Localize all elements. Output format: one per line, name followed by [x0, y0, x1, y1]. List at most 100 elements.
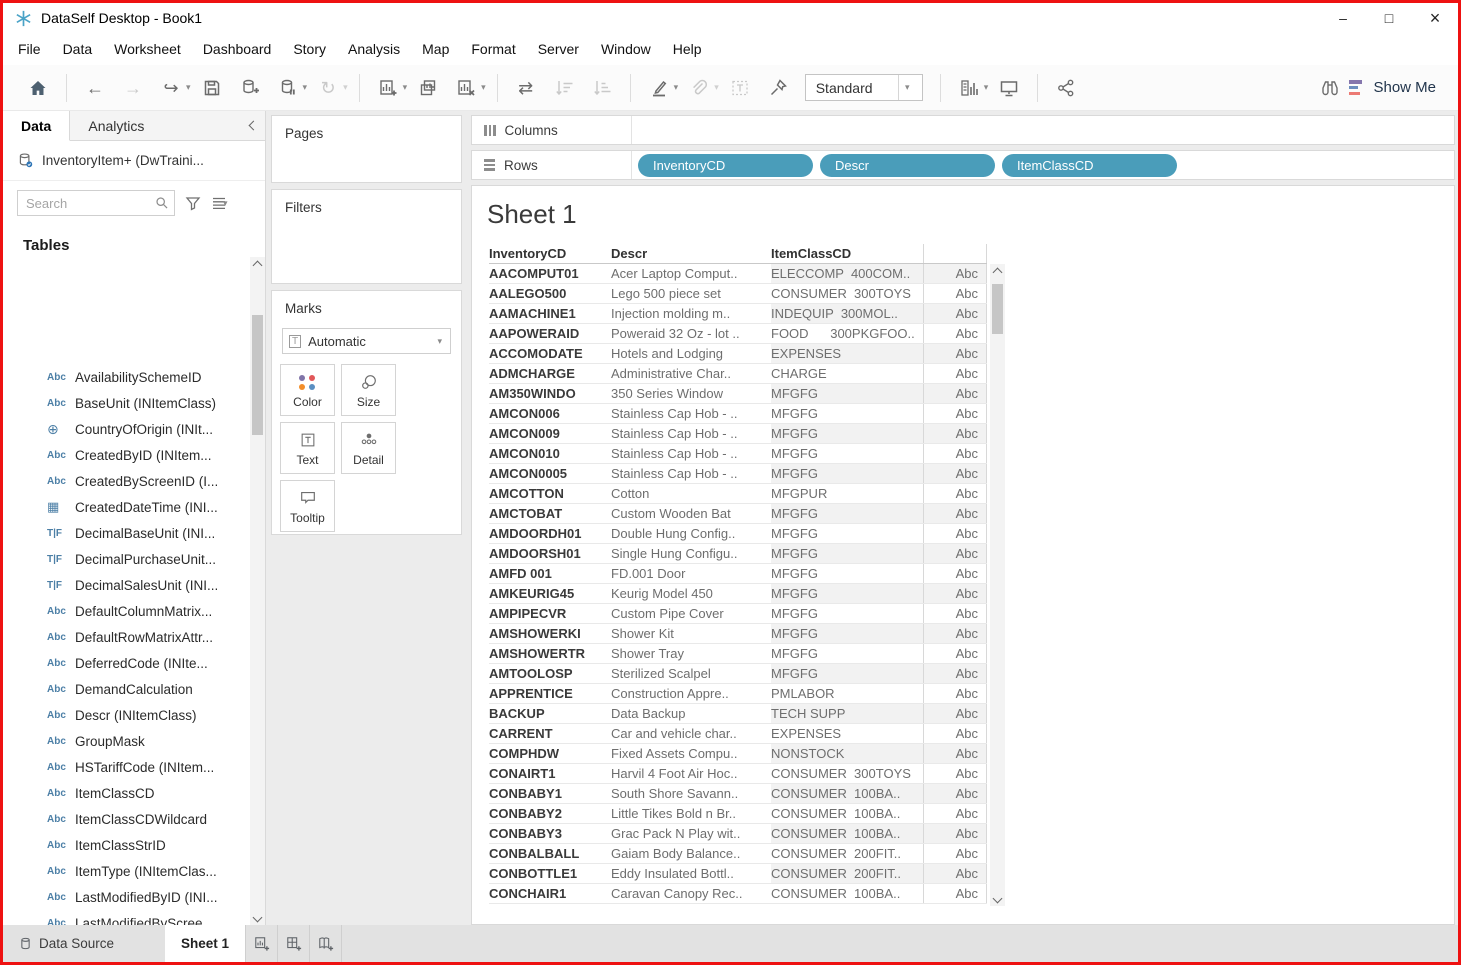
sheet-tab[interactable]: Sheet 1	[165, 925, 246, 962]
menu-item[interactable]: Help	[662, 33, 713, 65]
tab-analytics[interactable]: Analytics	[70, 111, 162, 140]
itemclasscd-cell[interactable]: INDEQUIP 300MOL..	[771, 304, 923, 323]
field-item[interactable]: CreatedByID (INItem...	[3, 442, 249, 468]
inventorycd-cell[interactable]: CONBOTTLE1	[489, 864, 611, 883]
scrollbar-thumb[interactable]	[992, 284, 1003, 334]
inventorycd-cell[interactable]: AACOMPUT01	[489, 264, 611, 283]
descr-cell[interactable]: Gaiam Body Balance..	[611, 844, 771, 863]
abc-cell[interactable]: Abc	[923, 364, 987, 383]
pages-shelf[interactable]: Pages	[271, 115, 462, 183]
inventorycd-cell[interactable]: APPRENTICE	[489, 684, 611, 703]
table-row[interactable]: AAMACHINE1 Injection molding m.. INDEQUI…	[489, 304, 987, 324]
abc-cell[interactable]: Abc	[923, 804, 987, 823]
attach-button[interactable]	[686, 75, 712, 101]
field-item[interactable]: ItemClassCDWildcard	[3, 806, 249, 832]
field-item[interactable]: CountryOfOrigin (INIt...	[3, 416, 249, 442]
abc-cell[interactable]: Abc	[923, 384, 987, 403]
inventorycd-cell[interactable]: AAMACHINE1	[489, 304, 611, 323]
field-item[interactable]: DemandCalculation	[3, 676, 249, 702]
abc-cell[interactable]: Abc	[923, 264, 987, 283]
show-me-button[interactable]: Show Me	[1349, 79, 1436, 96]
descr-cell[interactable]: Car and vehicle char..	[611, 724, 771, 743]
table-row[interactable]: AMKEURIG45 Keurig Model 450 MFGFG Abc	[489, 584, 987, 604]
inventorycd-cell[interactable]: AMDOORDH01	[489, 524, 611, 543]
itemclasscd-cell[interactable]: MFGFG	[771, 424, 923, 443]
table-row[interactable]: AMCTOBAT Custom Wooden Bat MFGFG Abc	[489, 504, 987, 524]
table-row[interactable]: BACKUP Data Backup TECH SUPP Abc	[489, 704, 987, 724]
field-item[interactable]: CreatedDateTime (INI...	[3, 494, 249, 520]
itemclasscd-cell[interactable]: CONSUMER 100BA..	[771, 824, 923, 843]
table-row[interactable]: CONBABY1 South Shore Savann.. CONSUMER 1…	[489, 784, 987, 804]
table-row[interactable]: CONBALBALL Gaiam Body Balance.. CONSUMER…	[489, 844, 987, 864]
scroll-up-icon[interactable]	[990, 264, 1005, 280]
abc-cell[interactable]: Abc	[923, 704, 987, 723]
descr-cell[interactable]: Stainless Cap Hob - ..	[611, 464, 771, 483]
inventorycd-cell[interactable]: CONCHAIR1	[489, 884, 611, 903]
abc-cell[interactable]: Abc	[923, 424, 987, 443]
table-row[interactable]: ADMCHARGE Administrative Char.. CHARGE A…	[489, 364, 987, 384]
itemclasscd-cell[interactable]: MFGPUR	[771, 484, 923, 503]
inventorycd-cell[interactable]: BACKUP	[489, 704, 611, 723]
inventorycd-cell[interactable]: AMSHOWERKI	[489, 624, 611, 643]
table-row[interactable]: AMCON0005 Stainless Cap Hob - .. MFGFG A…	[489, 464, 987, 484]
itemclasscd-cell[interactable]: CONSUMER 300TOYS	[771, 284, 923, 303]
descr-cell[interactable]: Little Tikes Bold n Br..	[611, 804, 771, 823]
abc-cell[interactable]: Abc	[923, 664, 987, 683]
datasource-tab[interactable]: Data Source	[3, 925, 165, 962]
inventorycd-cell[interactable]: AMFD 001	[489, 564, 611, 583]
field-item[interactable]: BaseUnit (INItemClass)	[3, 390, 249, 416]
table-row[interactable]: AALEGO500 Lego 500 piece set CONSUMER 30…	[489, 284, 987, 304]
minimize-button[interactable]: –	[1320, 3, 1366, 33]
table-row[interactable]: CONBOTTLE1 Eddy Insulated Bottl.. CONSUM…	[489, 864, 987, 884]
table-row[interactable]: AMDOORDH01 Double Hung Config.. MFGFG Ab…	[489, 524, 987, 544]
descr-cell[interactable]: Custom Pipe Cover	[611, 604, 771, 623]
abc-cell[interactable]: Abc	[923, 544, 987, 563]
descr-cell[interactable]: Grac Pack N Play wit..	[611, 824, 771, 843]
descr-cell[interactable]: Custom Wooden Bat	[611, 504, 771, 523]
new-worksheet-tab-button[interactable]	[246, 925, 278, 962]
abc-cell[interactable]: Abc	[923, 824, 987, 843]
menu-item[interactable]: Analysis	[337, 33, 411, 65]
menu-item[interactable]: File	[7, 33, 52, 65]
inventorycd-cell[interactable]: COMPHDW	[489, 744, 611, 763]
redo-caret-icon[interactable]: ▾	[186, 82, 191, 93]
table-row[interactable]: CARRENT Car and vehicle char.. EXPENSES …	[489, 724, 987, 744]
menu-item[interactable]: Worksheet	[103, 33, 192, 65]
descr-cell[interactable]: Keurig Model 450	[611, 584, 771, 603]
inventorycd-cell[interactable]: AM350WINDO	[489, 384, 611, 403]
itemclasscd-cell[interactable]: PMLABOR	[771, 684, 923, 703]
dimension-pill[interactable]: InventoryCD	[638, 154, 813, 177]
itemclasscd-cell[interactable]: MFGFG	[771, 544, 923, 563]
abc-cell[interactable]: Abc	[923, 284, 987, 303]
table-scrollbar[interactable]	[990, 264, 1005, 906]
inventorycd-cell[interactable]: CONBABY1	[489, 784, 611, 803]
swap-axes-button[interactable]: ⇄	[513, 75, 539, 101]
itemclasscd-cell[interactable]: MFGFG	[771, 564, 923, 583]
abc-cell[interactable]: Abc	[923, 504, 987, 523]
field-item[interactable]: ItemType (INItemClas...	[3, 858, 249, 884]
abc-cell[interactable]: Abc	[923, 604, 987, 623]
menu-item[interactable]: Server	[527, 33, 590, 65]
fields-scrollbar[interactable]	[250, 257, 265, 925]
field-item[interactable]: DecimalSalesUnit (INI...	[3, 572, 249, 598]
color-button[interactable]: Color	[280, 364, 335, 416]
inventorycd-cell[interactable]: AMTOOLOSP	[489, 664, 611, 683]
descr-cell[interactable]: Acer Laptop Comput..	[611, 264, 771, 283]
inventorycd-cell[interactable]: CONAIRT1	[489, 764, 611, 783]
descr-cell[interactable]: Eddy Insulated Bottl..	[611, 864, 771, 883]
inventorycd-cell[interactable]: AMDOORSH01	[489, 544, 611, 563]
abc-cell[interactable]: Abc	[923, 784, 987, 803]
descr-cell[interactable]: Double Hung Config..	[611, 524, 771, 543]
inventorycd-cell[interactable]: ADMCHARGE	[489, 364, 611, 383]
itemclasscd-cell[interactable]: MFGFG	[771, 504, 923, 523]
scroll-up-icon[interactable]	[250, 257, 265, 273]
menu-item[interactable]: Window	[590, 33, 662, 65]
itemclasscd-cell[interactable]: FOOD 300PKGFOO..	[771, 324, 923, 343]
itemclasscd-cell[interactable]: MFGFG	[771, 524, 923, 543]
inventorycd-cell[interactable]: CONBABY2	[489, 804, 611, 823]
menu-item[interactable]: Data	[52, 33, 104, 65]
abc-cell[interactable]: Abc	[923, 524, 987, 543]
inventorycd-cell[interactable]: AMCON0005	[489, 464, 611, 483]
descr-cell[interactable]: 350 Series Window	[611, 384, 771, 403]
descr-cell[interactable]: Hotels and Lodging	[611, 344, 771, 363]
